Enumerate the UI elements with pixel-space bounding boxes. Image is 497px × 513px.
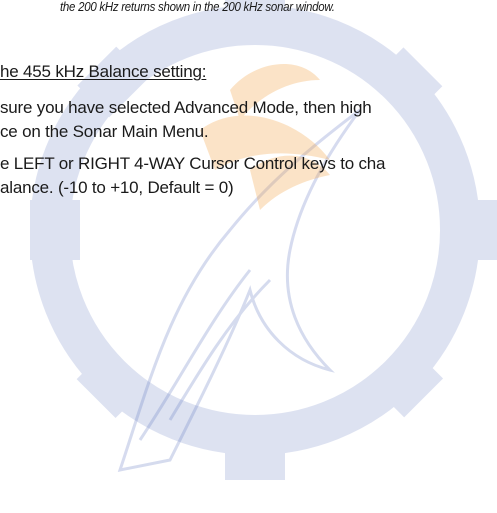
step-1: sure you have selected Advanced Mode, th…	[0, 96, 372, 144]
section-heading: he 455 kHz Balance setting:	[0, 62, 207, 81]
step-2: e LEFT or RIGHT 4-WAY Cursor Control key…	[0, 152, 386, 200]
step-1-line-2: ce on the Sonar Main Menu.	[0, 122, 209, 141]
manual-page: the 200 kHz returns shown in the 200 kHz…	[0, 0, 497, 513]
note-text: the 200 kHz returns shown in the 200 kHz…	[60, 0, 335, 14]
step-2-line-2: alance. (-10 to +10, Default = 0)	[0, 178, 234, 197]
step-1-line-1: sure you have selected Advanced Mode, th…	[0, 98, 372, 117]
step-2-line-1: e LEFT or RIGHT 4-WAY Cursor Control key…	[0, 154, 386, 173]
